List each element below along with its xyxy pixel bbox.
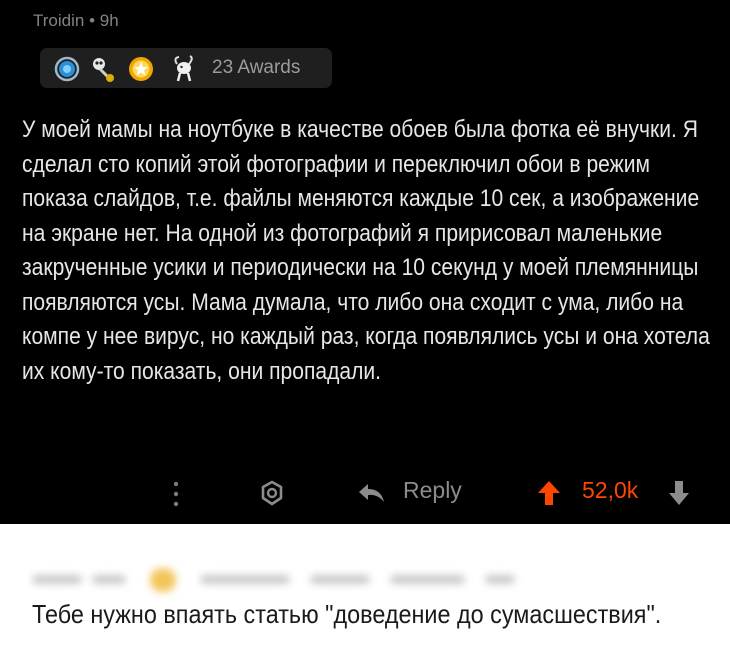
reply-text: Тебе нужно впаять статью "доведение до с… bbox=[32, 599, 662, 629]
more-options-icon[interactable] bbox=[172, 480, 180, 508]
downvote-icon[interactable] bbox=[667, 479, 691, 507]
comment-body: У моей мамы на ноутбуке в качестве обоев… bbox=[22, 116, 710, 385]
blurred-bar bbox=[485, 575, 515, 584]
blurred-bar bbox=[92, 575, 126, 584]
reply-icon[interactable] bbox=[356, 481, 386, 505]
author-name[interactable]: Troidin bbox=[33, 11, 84, 30]
original-comment: Troidin • 9h 23 Awards У моей мамы на но… bbox=[0, 0, 730, 524]
comment-age: 9h bbox=[99, 11, 119, 30]
blurred-bar bbox=[32, 575, 82, 584]
blurred-avatar bbox=[150, 568, 176, 592]
award-action-icon[interactable] bbox=[259, 480, 285, 506]
blurred-bar bbox=[310, 575, 370, 584]
goat-award-icon bbox=[174, 55, 193, 82]
comment-meta: Troidin • 9h bbox=[33, 11, 119, 31]
blurred-bar bbox=[200, 575, 290, 584]
wholesome-award-icon bbox=[129, 57, 153, 81]
comment-actions: Reply 52,0k bbox=[0, 470, 730, 516]
reply-comment: Тебе нужно впаять статью "доведение до с… bbox=[0, 524, 730, 666]
blurred-header bbox=[0, 564, 730, 594]
upvote-icon[interactable] bbox=[536, 479, 562, 507]
skull-award-icon bbox=[93, 58, 114, 82]
meta-separator: • bbox=[89, 11, 96, 30]
helpful-award-icon bbox=[54, 56, 80, 82]
reply-button[interactable]: Reply bbox=[403, 477, 462, 504]
awards-count: 23 Awards bbox=[212, 57, 301, 78]
awards-bar[interactable]: 23 Awards bbox=[40, 48, 332, 88]
score-count: 52,0k bbox=[582, 477, 639, 503]
blurred-bar bbox=[390, 575, 465, 584]
